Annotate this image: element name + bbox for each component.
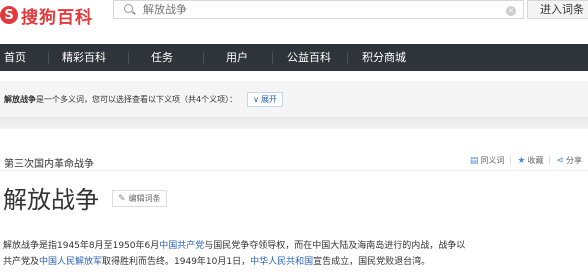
expand-button[interactable]: ∨ 展开 [247,91,283,107]
star-icon: ★ [517,155,526,166]
edit-entry-button[interactable]: ✎ 编辑词条 [112,190,167,207]
summary-text: 宣告成立，国民党败退台湾。 [313,257,431,267]
synonym-label: 同义词 [480,156,505,165]
synonym-action[interactable]: ▤ 同义词 [470,155,505,166]
nav-divider [48,51,49,64]
nav-divider [272,51,273,64]
title-divider [0,170,588,171]
search-icon [123,3,137,17]
edit-label: 编辑词条 [128,194,161,203]
pencil-icon: ✎ [118,193,126,204]
main-nav: 首页 精彩百科 任务 用户 公益百科 积分商城 [0,44,588,71]
disambiguation-description: 是一个多义词，您可以选择查看以下义项（共4个义项）： [36,94,238,104]
clear-icon[interactable]: × [506,6,516,16]
search-input[interactable] [143,3,483,16]
action-divider [510,156,512,165]
nav-item-users[interactable]: 用户 [226,44,248,71]
expand-label: 展开 [260,94,277,104]
nav-item-home[interactable]: 首页 [4,44,26,71]
nav-item-tasks[interactable]: 任务 [151,44,173,71]
synonym-icon: ▤ [469,155,479,166]
section-band [0,117,588,129]
disambiguation-bar: 解放战争是一个多义词，您可以选择查看以下义项（共4个义项）： ∨ 展开 [0,81,588,117]
nav-item-points-mall[interactable]: 积分商城 [362,44,406,71]
nav-divider [128,51,129,64]
share-label: 分享 [566,156,582,165]
sogou-logo-icon: S [0,6,18,24]
summary-text: 取得胜利而告终。1949年10月1日， [102,257,251,267]
share-action[interactable]: ⋖ 分享 [556,155,582,166]
disambiguation-term: 解放战争 [4,94,36,104]
summary-text: 共产党及 [3,257,40,267]
action-divider [549,156,551,165]
favorite-label: 收藏 [527,156,544,165]
enter-entry-button[interactable]: 进入词条 [527,0,588,19]
logo-text: 搜狗百科 [21,7,93,28]
category-title: 第三次国内革命战争 [4,159,94,170]
nav-divider [347,51,348,64]
disambiguation-text: 解放战争是一个多义词，您可以选择查看以下义项（共4个义项）： [4,94,237,105]
link-prc[interactable]: 中华人民共和国 [250,257,313,267]
link-pla[interactable]: 中国人民解放军 [39,257,102,267]
favorite-action[interactable]: ★ 收藏 [517,155,543,166]
summary-text: 与国民党争夺领导权，而在中国大陆及海南岛进行的内战，战争以 [204,241,466,251]
search-box: × [113,0,524,19]
share-icon: ⋖ [556,155,564,166]
nav-divider [203,51,204,64]
nav-item-featured[interactable]: 精彩百科 [62,44,106,71]
summary-paragraph: 解放战争是指1945年8月至1950年6月中国共产党与国民党争夺领导权，而在中国… [3,238,585,270]
chevron-down-icon: ∨ [253,94,259,104]
top-header: S 搜狗百科 × 进入词条 [0,0,588,33]
entry-actions: ▤ 同义词 ★ 收藏 ⋖ 分享 [470,155,582,166]
page-title: 解放战争 [3,186,99,214]
nav-item-charity[interactable]: 公益百科 [287,44,331,71]
summary-text: 解放战争是指1945年8月至1950年6月 [3,241,160,251]
sogou-baike-logo[interactable]: S 搜狗百科 [0,2,93,28]
link-cpc[interactable]: 中国共产党 [159,241,204,251]
